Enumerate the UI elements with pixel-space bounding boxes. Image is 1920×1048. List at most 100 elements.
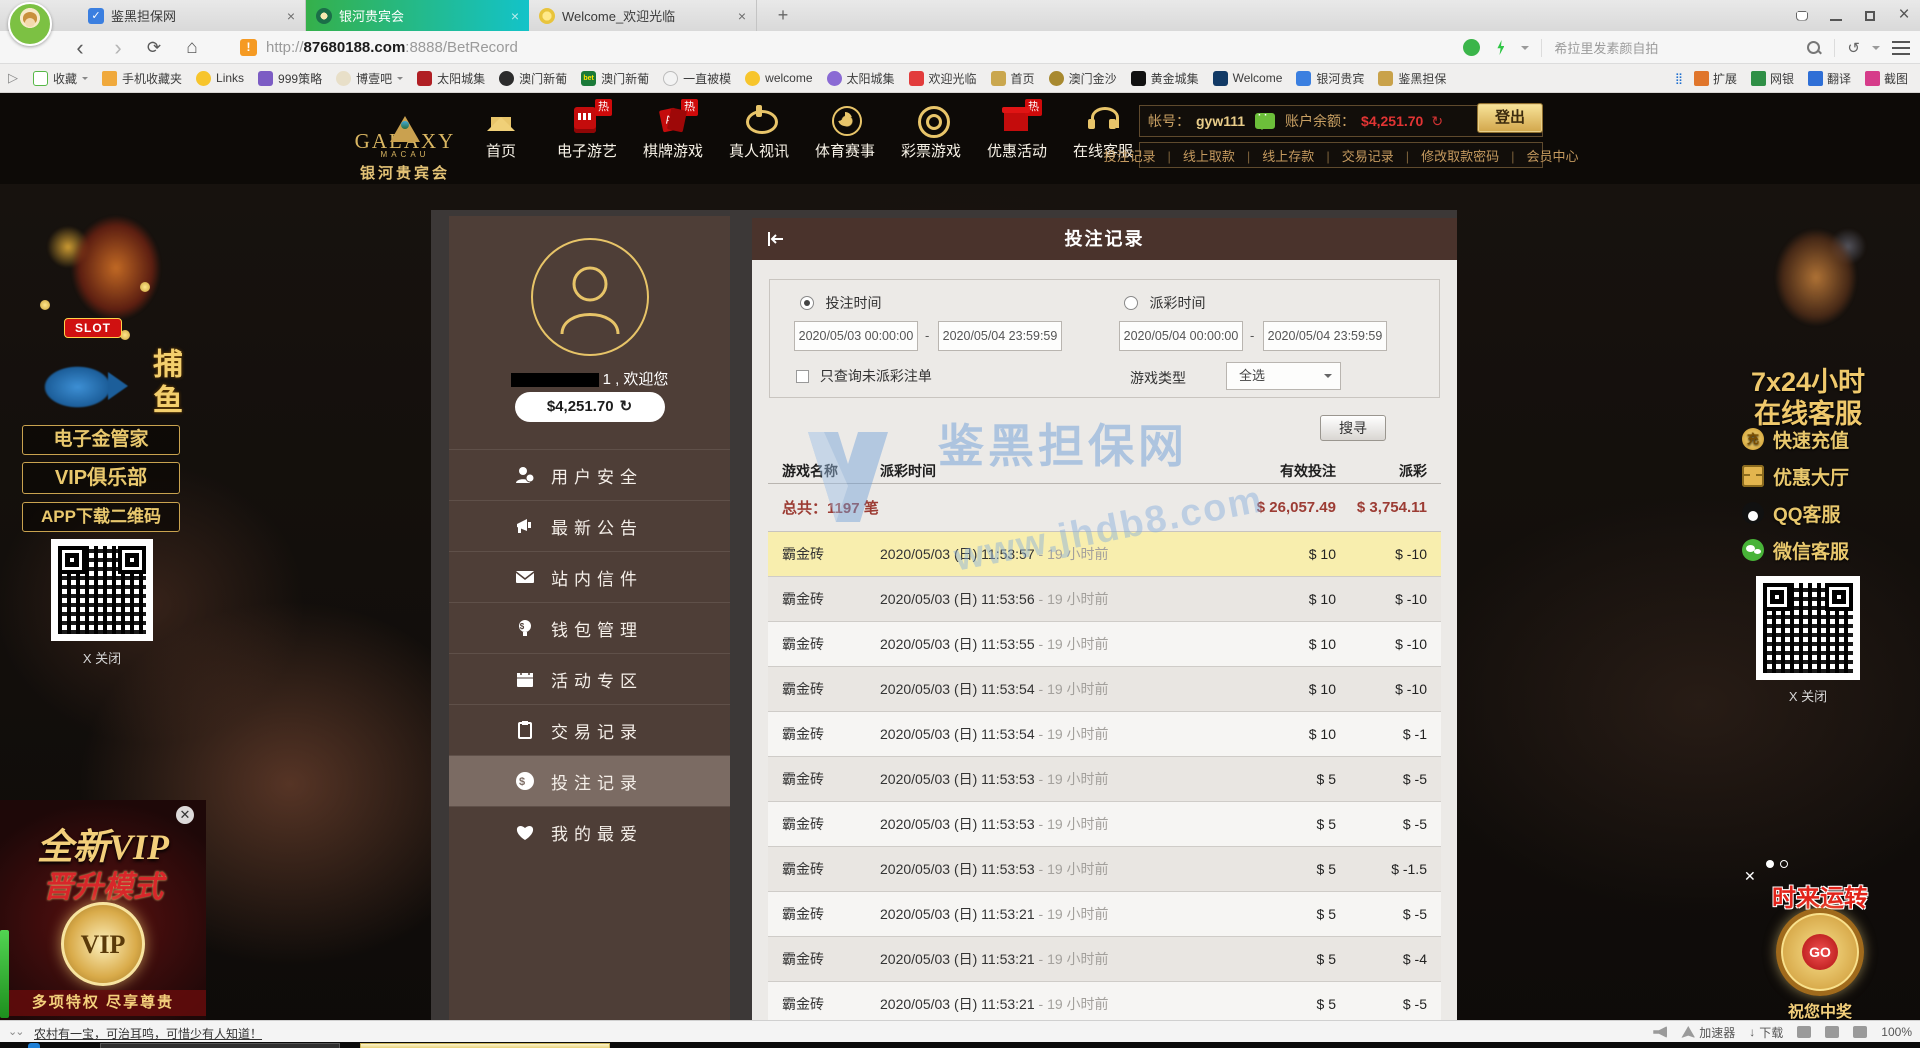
browser-tab-2-active[interactable]: 银河贵宾会 xyxy=(306,0,529,31)
undo-closed-tab-icon[interactable] xyxy=(1847,39,1860,57)
table-row[interactable]: 霸金砖 2020/05/03 (日) 11:53:57 - 19 小时前 $ 1… xyxy=(768,532,1441,577)
bookmark-item[interactable]: 银河贵宾 xyxy=(1289,67,1371,90)
extensions-grid-icon[interactable] xyxy=(1675,72,1684,85)
toolbar-tool-item[interactable]: 截图 xyxy=(1865,70,1912,87)
logout-button[interactable]: 登出 xyxy=(1477,103,1543,133)
vip-club-banner[interactable]: VIP俱乐部 xyxy=(22,462,180,494)
sidebar-balance-pill[interactable]: $4,251.70 xyxy=(515,392,665,422)
toolbar-tool-item[interactable]: 网银 xyxy=(1751,70,1798,87)
qq-service-button[interactable]: QQ客服 xyxy=(1742,500,1841,526)
bet-time-radio-group[interactable]: 投注时间 xyxy=(800,293,881,313)
fishing-game-image[interactable] xyxy=(28,352,138,422)
taskbar-button[interactable] xyxy=(100,1043,340,1048)
lucky-wheel-promo[interactable]: 时来运转 GO 祝您中奖 xyxy=(1744,856,1896,1018)
collapse-chevrons-icon[interactable] xyxy=(8,1025,22,1038)
nav-sports[interactable]: 体育赛事 xyxy=(814,99,876,161)
bookmark-item[interactable]: 999策略 xyxy=(251,67,329,90)
bookmark-item[interactable]: 欢迎光临 xyxy=(902,67,984,90)
sidebar-item-events[interactable]: 活动专区 xyxy=(449,653,730,704)
bookmark-item[interactable]: 澳门金沙 xyxy=(1042,67,1124,90)
collapse-back-icon[interactable] xyxy=(766,229,786,249)
table-row[interactable]: 霸金砖 2020/05/03 (日) 11:53:56 - 19 小时前 $ 1… xyxy=(768,577,1441,622)
home-icon[interactable] xyxy=(182,38,202,58)
search-icon[interactable] xyxy=(1806,40,1822,56)
browser-skin-icon[interactable] xyxy=(1794,8,1810,24)
bookmark-item[interactable]: 一直被模 xyxy=(656,67,738,90)
download-tool[interactable]: ↓下载 xyxy=(1749,1024,1783,1041)
bookmark-item[interactable]: 黄金城集 xyxy=(1124,67,1206,90)
speed-boost-icon[interactable] xyxy=(1492,39,1509,56)
news-ticker-link[interactable]: 农村有一宝，可治耳鸣，可惜少有人知道！ xyxy=(34,1025,262,1042)
radio-unselected-icon[interactable] xyxy=(1124,296,1138,310)
left-rail-close-button[interactable]: X 关闭 xyxy=(22,648,182,667)
bet-date-from-input[interactable]: 2020/05/03 00:00:00 xyxy=(794,321,918,351)
bookmark-item[interactable]: Welcome xyxy=(1206,67,1290,90)
notification-icon[interactable] xyxy=(1825,1026,1839,1038)
chevron-down-icon[interactable] xyxy=(1872,46,1880,54)
carousel-dot-active[interactable] xyxy=(1766,860,1774,868)
sidebar-item-wallet[interactable]: $ 钱包管理 xyxy=(449,602,730,653)
hot-search-suggestion[interactable]: 希拉里发素颜自拍 xyxy=(1554,38,1794,57)
refresh-balance-icon[interactable] xyxy=(620,398,633,415)
table-row[interactable]: 霸金砖 2020/05/03 (日) 11:53:54 - 19 小时前 $ 1… xyxy=(768,667,1441,712)
browser-profile-avatar-icon[interactable] xyxy=(8,2,52,46)
payout-date-from-input[interactable]: 2020/05/04 00:00:00 xyxy=(1119,321,1243,351)
account-submenu-item[interactable]: 交易记录 xyxy=(1336,146,1415,165)
quick-recharge-button[interactable]: 快速充值 xyxy=(1742,426,1849,452)
sidebar-item-messages[interactable]: 站内信件 xyxy=(449,551,730,602)
bookmark-item[interactable]: 鉴黑担保 xyxy=(1371,67,1453,90)
toolbar-tool-item[interactable]: 翻译 xyxy=(1808,70,1855,87)
tab-close-icon[interactable] xyxy=(287,8,295,24)
table-row[interactable]: 霸金砖 2020/05/03 (日) 11:53:21 - 19 小时前 $ 5… xyxy=(768,892,1441,937)
slot-sign[interactable]: SLOT xyxy=(64,318,122,338)
ewallet-manager-banner[interactable]: 电子金管家 xyxy=(22,425,180,455)
taskbar-button-active[interactable] xyxy=(360,1043,610,1048)
sidebar-item-bet-records[interactable]: $ 投注记录 xyxy=(449,755,730,806)
bookmark-item[interactable]: 澳门新葡 xyxy=(574,67,656,90)
bookmark-item[interactable]: 太阳城集 xyxy=(820,67,902,90)
window-maximize-button[interactable] xyxy=(1862,8,1878,24)
new-tab-button[interactable] xyxy=(770,4,796,26)
table-row[interactable]: 霸金砖 2020/05/03 (日) 11:53:53 - 19 小时前 $ 5… xyxy=(768,847,1441,892)
account-submenu-item[interactable]: 会员中心 xyxy=(1521,146,1585,165)
nav-card-games[interactable]: 热 棋牌游戏 xyxy=(642,99,704,161)
bet-date-to-input[interactable]: 2020/05/04 23:59:59 xyxy=(938,321,1062,351)
bookmark-item[interactable]: Links xyxy=(189,67,251,90)
bookmark-item[interactable]: 澳门新葡 xyxy=(492,67,574,90)
payout-date-to-input[interactable]: 2020/05/04 23:59:59 xyxy=(1263,321,1387,351)
forward-icon[interactable] xyxy=(108,38,128,58)
nav-home[interactable]: 首页 xyxy=(470,99,532,161)
bookmark-item[interactable]: 首页 xyxy=(984,67,1042,90)
sidebar-item-favorites[interactable]: 我的最爱 xyxy=(449,806,730,857)
browser-menu-icon[interactable] xyxy=(1892,41,1910,55)
nav-live-casino[interactable]: 真人视讯 xyxy=(728,99,790,161)
browser-tab-1[interactable]: 鉴黑担保网 xyxy=(78,0,306,31)
account-submenu-item[interactable]: 线上存款 xyxy=(1256,146,1335,165)
radio-selected-icon[interactable] xyxy=(800,296,814,310)
fullscreen-icon[interactable] xyxy=(1853,1026,1867,1038)
browser-tab-3[interactable]: Welcome_欢迎光临 xyxy=(529,0,757,31)
chevron-down-icon[interactable] xyxy=(1521,46,1529,54)
table-row[interactable]: 霸金砖 2020/05/03 (日) 11:53:53 - 19 小时前 $ 5… xyxy=(768,802,1441,847)
table-row[interactable]: 霸金砖 2020/05/03 (日) 11:53:53 - 19 小时前 $ 5… xyxy=(768,757,1441,802)
table-row[interactable]: 霸金砖 2020/05/03 (日) 11:53:21 - 19 小时前 $ 5… xyxy=(768,937,1441,982)
sidebar-item-transactions[interactable]: 交易记录 xyxy=(449,704,730,755)
sidebar-item-user-security[interactable]: 用户安全 xyxy=(449,449,730,500)
reload-icon[interactable] xyxy=(144,38,164,58)
right-rail-close-button[interactable]: X 关闭 xyxy=(1728,686,1888,705)
window-close-button[interactable] xyxy=(1896,8,1912,24)
bookmark-item[interactable]: 手机收藏夹 xyxy=(95,67,189,90)
account-submenu-item[interactable]: 线上取款 xyxy=(1177,146,1256,165)
vip-promo-banner[interactable]: 全新VIP 晋升模式 VIP 多项特权 尽享尊贵 xyxy=(0,800,206,1022)
bookmarks-sidebar-toggle-icon[interactable] xyxy=(8,70,18,86)
carousel-dot[interactable] xyxy=(1780,860,1788,868)
lucky-wheel[interactable]: GO xyxy=(1776,908,1864,996)
account-submenu-item[interactable]: 修改取款密码 xyxy=(1415,146,1520,165)
adblock-icon[interactable] xyxy=(1463,39,1480,56)
message-chat-icon[interactable] xyxy=(1255,113,1275,129)
address-bar[interactable]: http://87680188.com:8888/BetRecord xyxy=(266,39,518,56)
wheel-go-button[interactable]: GO xyxy=(1802,934,1838,970)
url-security-warning-icon[interactable] xyxy=(240,39,257,56)
wechat-service-button[interactable]: 微信客服 xyxy=(1742,537,1849,563)
toolbar-tool-item[interactable]: 扩展 xyxy=(1694,70,1741,87)
